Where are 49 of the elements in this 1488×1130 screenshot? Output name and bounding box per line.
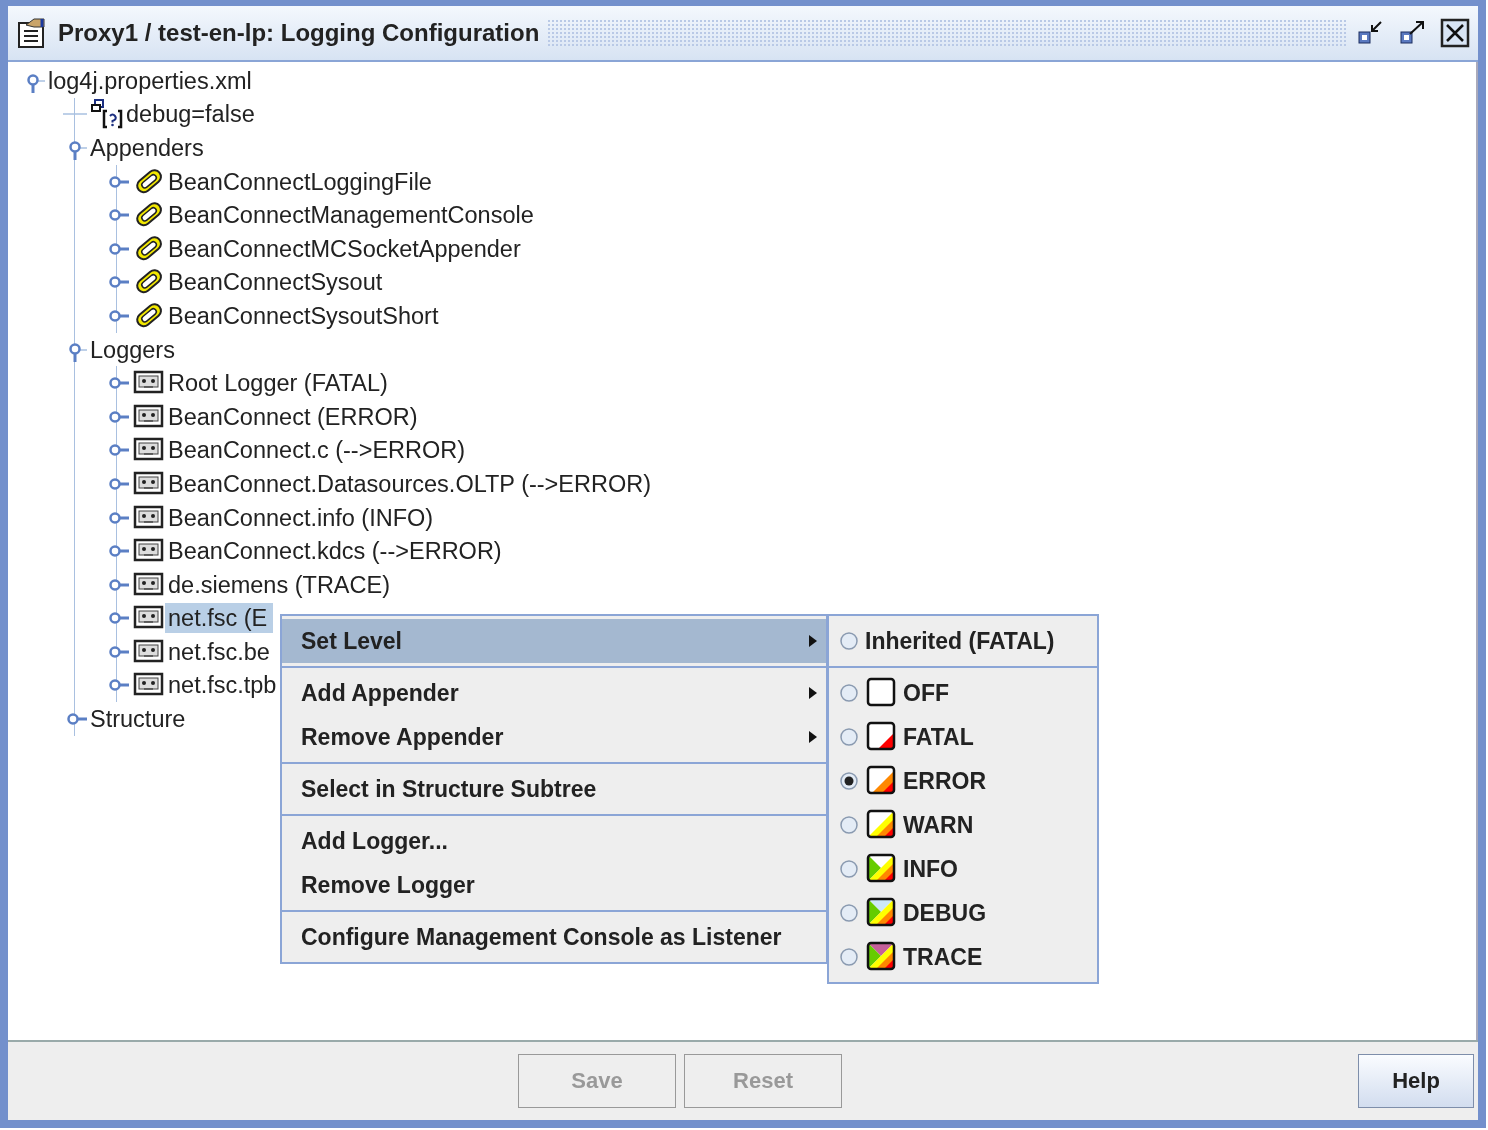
tree-item[interactable]: log4j.properties.xml bbox=[45, 65, 258, 96]
radio-button[interactable] bbox=[839, 631, 859, 651]
radio-button[interactable] bbox=[839, 947, 859, 967]
menu-item[interactable]: Select in Structure Subtree bbox=[282, 767, 826, 811]
radio-button[interactable] bbox=[839, 815, 859, 835]
tree-item[interactable]: BeanConnect.kdcs (-->ERROR) bbox=[165, 536, 508, 567]
tree-item[interactable]: BeanConnectManagementConsole bbox=[165, 200, 540, 231]
tree-item[interactable]: BeanConnectLoggingFile bbox=[165, 166, 438, 197]
tree-item[interactable]: BeanConnect.Datasources.OLTP (-->ERROR) bbox=[165, 468, 658, 499]
menu-item[interactable]: WARN bbox=[829, 803, 1097, 847]
menu-item[interactable]: Inherited (FATAL) bbox=[829, 619, 1097, 663]
help-button[interactable]: Help bbox=[1358, 1054, 1474, 1108]
window-title: Proxy1 / test-en-lp: Logging Configuration bbox=[58, 19, 540, 47]
menu-item[interactable]: FATAL bbox=[829, 715, 1097, 759]
maximize-icon[interactable] bbox=[1398, 19, 1426, 47]
radio-button[interactable] bbox=[839, 771, 859, 791]
tree-item[interactable]: BeanConnect.info (INFO) bbox=[165, 502, 440, 533]
close-icon[interactable] bbox=[1440, 18, 1470, 48]
radio-button[interactable] bbox=[839, 903, 859, 923]
menu-item[interactable]: Remove Logger bbox=[282, 863, 826, 907]
radio-button[interactable] bbox=[839, 859, 859, 879]
tree-item[interactable]: BeanConnectMCSocketAppender bbox=[165, 233, 527, 264]
menu-item[interactable]: Set Level bbox=[282, 619, 826, 663]
radio-button[interactable] bbox=[839, 683, 859, 703]
tree-item[interactable]: net.fsc (E bbox=[165, 603, 274, 634]
tree-item[interactable]: net.fsc.be bbox=[165, 636, 276, 667]
tree-item[interactable]: de.siemens (TRACE) bbox=[165, 569, 396, 600]
tree-item[interactable]: Loggers bbox=[87, 334, 181, 365]
tree-item[interactable]: Structure bbox=[87, 704, 192, 735]
menu-item[interactable]: TRACE bbox=[829, 935, 1097, 979]
tree-item[interactable]: BeanConnectSysout bbox=[165, 267, 389, 298]
menu-item[interactable]: Add Logger... bbox=[282, 819, 826, 863]
tree-item[interactable]: BeanConnect (ERROR) bbox=[165, 401, 424, 432]
tree-item[interactable]: Appenders bbox=[87, 133, 210, 163]
menu-item[interactable]: Configure Management Console as Listener bbox=[282, 915, 826, 959]
tree-item[interactable]: BeanConnect.c (-->ERROR) bbox=[165, 435, 472, 466]
menu-item[interactable]: INFO bbox=[829, 847, 1097, 891]
tree-item[interactable]: BeanConnectSysoutShort bbox=[165, 300, 445, 331]
tree-item[interactable]: debug=false bbox=[123, 99, 261, 130]
menu-item[interactable]: Remove Appender bbox=[282, 715, 826, 759]
menu-item[interactable]: OFF bbox=[829, 671, 1097, 715]
minimize-icon[interactable] bbox=[1356, 19, 1384, 47]
menu-item[interactable]: ERROR bbox=[829, 759, 1097, 803]
property-icon bbox=[91, 99, 123, 130]
tree-item[interactable]: net.fsc.tpb bbox=[165, 670, 283, 701]
radio-button[interactable] bbox=[839, 727, 859, 747]
menu-item[interactable]: DEBUG bbox=[829, 891, 1097, 935]
menu-item[interactable]: Add Appender bbox=[282, 671, 826, 715]
tree-item[interactable]: Root Logger (FATAL) bbox=[165, 368, 394, 399]
